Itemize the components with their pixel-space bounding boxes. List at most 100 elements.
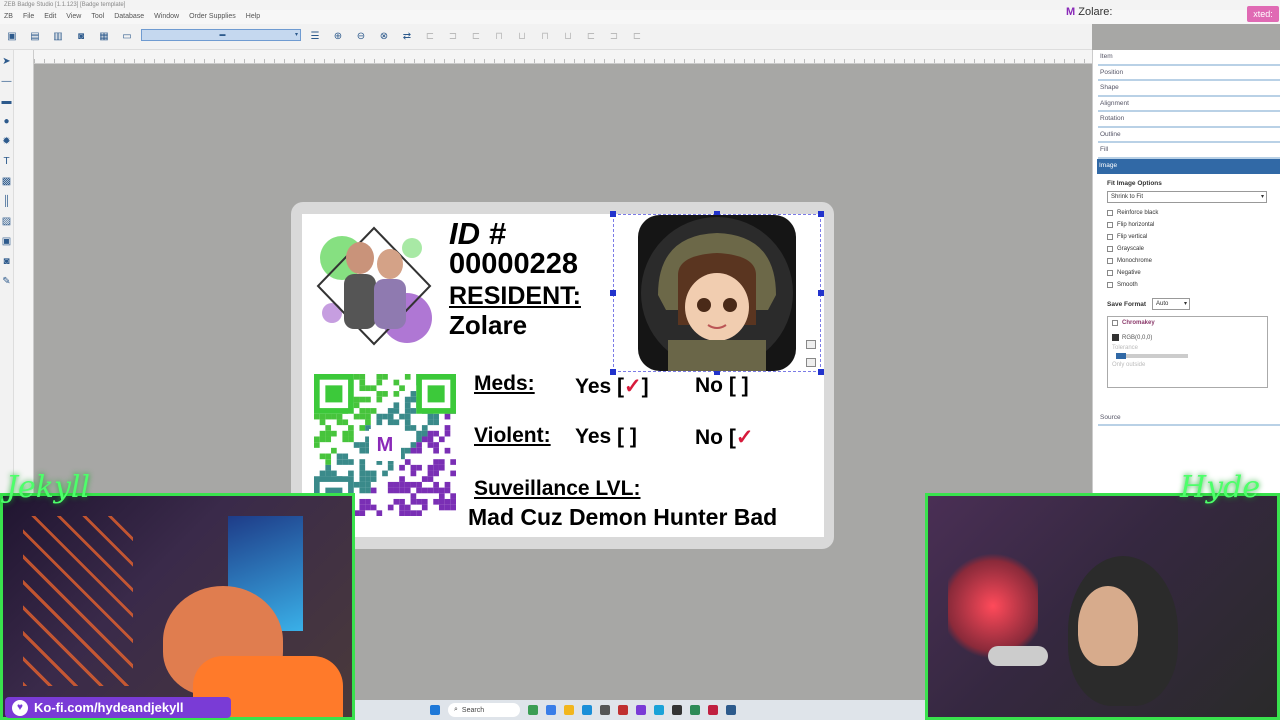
option-checkbox[interactable]: Negative <box>1107 267 1268 279</box>
kofi-text[interactable]: Ko-fi.com/hydeandjekyll <box>34 700 184 715</box>
camera-icon[interactable]: ◙ <box>72 28 90 46</box>
image-icon[interactable]: ▨ <box>2 216 11 227</box>
rectangle-icon[interactable]: ▬ <box>2 96 12 107</box>
ellipse-icon[interactable]: ● <box>3 116 9 127</box>
menu-item[interactable]: File <box>23 10 34 24</box>
align-bottom-icon[interactable]: ⊓ <box>536 28 554 46</box>
meds-yes[interactable]: Yes [✓] <box>575 374 649 399</box>
card-layout-icon[interactable]: ▬ <box>141 28 301 41</box>
app-icon[interactable] <box>708 705 718 715</box>
menu-item[interactable]: View <box>66 10 81 24</box>
signature-icon[interactable]: ✎ <box>2 276 10 287</box>
checkbox-box[interactable] <box>1107 258 1113 264</box>
resize-handle[interactable] <box>818 211 824 217</box>
new-icon[interactable]: ▣ <box>3 28 21 46</box>
star-icon[interactable]: ✹ <box>2 136 10 147</box>
print-icon[interactable]: ▦ <box>95 28 113 46</box>
resize-handle[interactable] <box>610 290 616 296</box>
app-icon[interactable] <box>690 705 700 715</box>
save-format-select[interactable]: Auto <box>1152 298 1191 310</box>
checkbox-box[interactable] <box>1107 210 1113 216</box>
tolerance-slider[interactable] <box>1116 353 1188 359</box>
list-icon[interactable]: ☰ <box>306 28 324 46</box>
meds-no[interactable]: No [ ] <box>695 374 749 398</box>
violent-yes[interactable]: Yes [ ] <box>575 425 637 449</box>
resident-label[interactable]: RESIDENT: <box>449 282 581 311</box>
app-icon[interactable] <box>600 705 610 715</box>
photo-camera-icon[interactable] <box>806 358 816 367</box>
field-icon[interactable]: ▩ <box>2 176 11 187</box>
zoom-fit-icon[interactable]: ⊗ <box>375 28 393 46</box>
resize-handle[interactable] <box>610 211 616 217</box>
menu-item[interactable]: Order Supplies <box>189 10 236 24</box>
menu-item[interactable]: Tool <box>91 10 104 24</box>
section-image[interactable]: Image <box>1097 158 1280 174</box>
couple-logo-image[interactable] <box>312 218 436 354</box>
app-icon[interactable] <box>528 705 538 715</box>
photo-edit-icon[interactable] <box>806 340 816 349</box>
photo-icon[interactable]: ◙ <box>3 256 9 267</box>
resident-name[interactable]: Zolare <box>449 310 527 341</box>
option-checkbox[interactable]: Flip vertical <box>1107 231 1268 243</box>
id-number[interactable]: 00000228 <box>449 248 578 281</box>
checkbox-box[interactable] <box>1107 270 1113 276</box>
option-checkbox[interactable]: Flip horizontal <box>1107 219 1268 231</box>
menu-item[interactable]: ZB <box>4 10 13 24</box>
zoom-out-icon[interactable]: ⊖ <box>352 28 370 46</box>
app-icon[interactable] <box>546 705 556 715</box>
checkbox-box[interactable] <box>1107 282 1113 288</box>
distribute-icon[interactable]: ⊔ <box>559 28 577 46</box>
barcode-icon[interactable]: ║ <box>3 196 10 207</box>
option-checkbox[interactable]: Smooth <box>1107 279 1268 291</box>
section-header[interactable]: Item <box>1098 50 1280 66</box>
zoom-in-icon[interactable]: ⊕ <box>329 28 347 46</box>
app-icon[interactable] <box>654 705 664 715</box>
chromakey-checkbox[interactable] <box>1112 320 1118 326</box>
browser-icon[interactable] <box>582 705 592 715</box>
card-front-icon[interactable]: ▭ <box>118 28 136 46</box>
menu-item[interactable]: Help <box>246 10 260 24</box>
surveillance-value[interactable]: Mad Cuz Demon Hunter Bad <box>468 504 777 531</box>
text-icon[interactable]: T <box>3 156 9 167</box>
checkbox-box[interactable] <box>1107 234 1113 240</box>
checkbox-box[interactable] <box>1107 222 1113 228</box>
app-icon[interactable] <box>672 705 682 715</box>
option-checkbox[interactable]: Grayscale <box>1107 243 1268 255</box>
align-middle-icon[interactable]: ⊔ <box>513 28 531 46</box>
open-icon[interactable]: ▤ <box>26 28 44 46</box>
section-header[interactable]: Shape <box>1098 81 1280 97</box>
violent-label[interactable]: Violent: <box>474 424 551 448</box>
save-icon[interactable]: ▥ <box>49 28 67 46</box>
checkbox-box[interactable] <box>1107 246 1113 252</box>
pointer-icon[interactable]: ➤ <box>2 56 10 67</box>
section-source[interactable]: Source <box>1098 414 1280 426</box>
resize-handle[interactable] <box>818 290 824 296</box>
arrange-icon[interactable]: ⇄ <box>398 28 416 46</box>
kofi-banner[interactable]: ♥ Ko-fi.com/hydeandjekyll <box>5 697 231 718</box>
section-header[interactable]: Fill <box>1098 143 1280 159</box>
order-icon[interactable]: ⊏ <box>628 28 646 46</box>
start-icon[interactable] <box>430 705 440 715</box>
align-center-icon[interactable]: ⊐ <box>444 28 462 46</box>
surveillance-label[interactable]: Suveillance LVL: <box>474 477 641 501</box>
app-icon[interactable] <box>618 705 628 715</box>
menu-item[interactable]: Window <box>154 10 179 24</box>
avatar-photo[interactable] <box>638 215 796 371</box>
color-swatch[interactable] <box>1112 334 1119 341</box>
id-label[interactable]: ID # <box>449 216 506 252</box>
align-top-icon[interactable]: ⊓ <box>490 28 508 46</box>
section-header[interactable]: Alignment <box>1098 97 1280 112</box>
option-checkbox[interactable]: Monochrome <box>1107 255 1268 267</box>
app-icon[interactable] <box>726 705 736 715</box>
option-checkbox[interactable]: Reinforce black <box>1107 207 1268 219</box>
menu-item[interactable]: Database <box>114 10 144 24</box>
ungroup-icon[interactable]: ⊐ <box>605 28 623 46</box>
folder-icon[interactable] <box>564 705 574 715</box>
section-header[interactable]: Rotation <box>1098 112 1280 128</box>
align-left-icon[interactable]: ⊏ <box>421 28 439 46</box>
app-icon[interactable] <box>636 705 646 715</box>
group-icon[interactable]: ⊏ <box>582 28 600 46</box>
section-header[interactable]: Position <box>1098 66 1280 81</box>
resize-handle[interactable] <box>818 369 824 375</box>
section-header[interactable]: Outline <box>1098 128 1280 143</box>
